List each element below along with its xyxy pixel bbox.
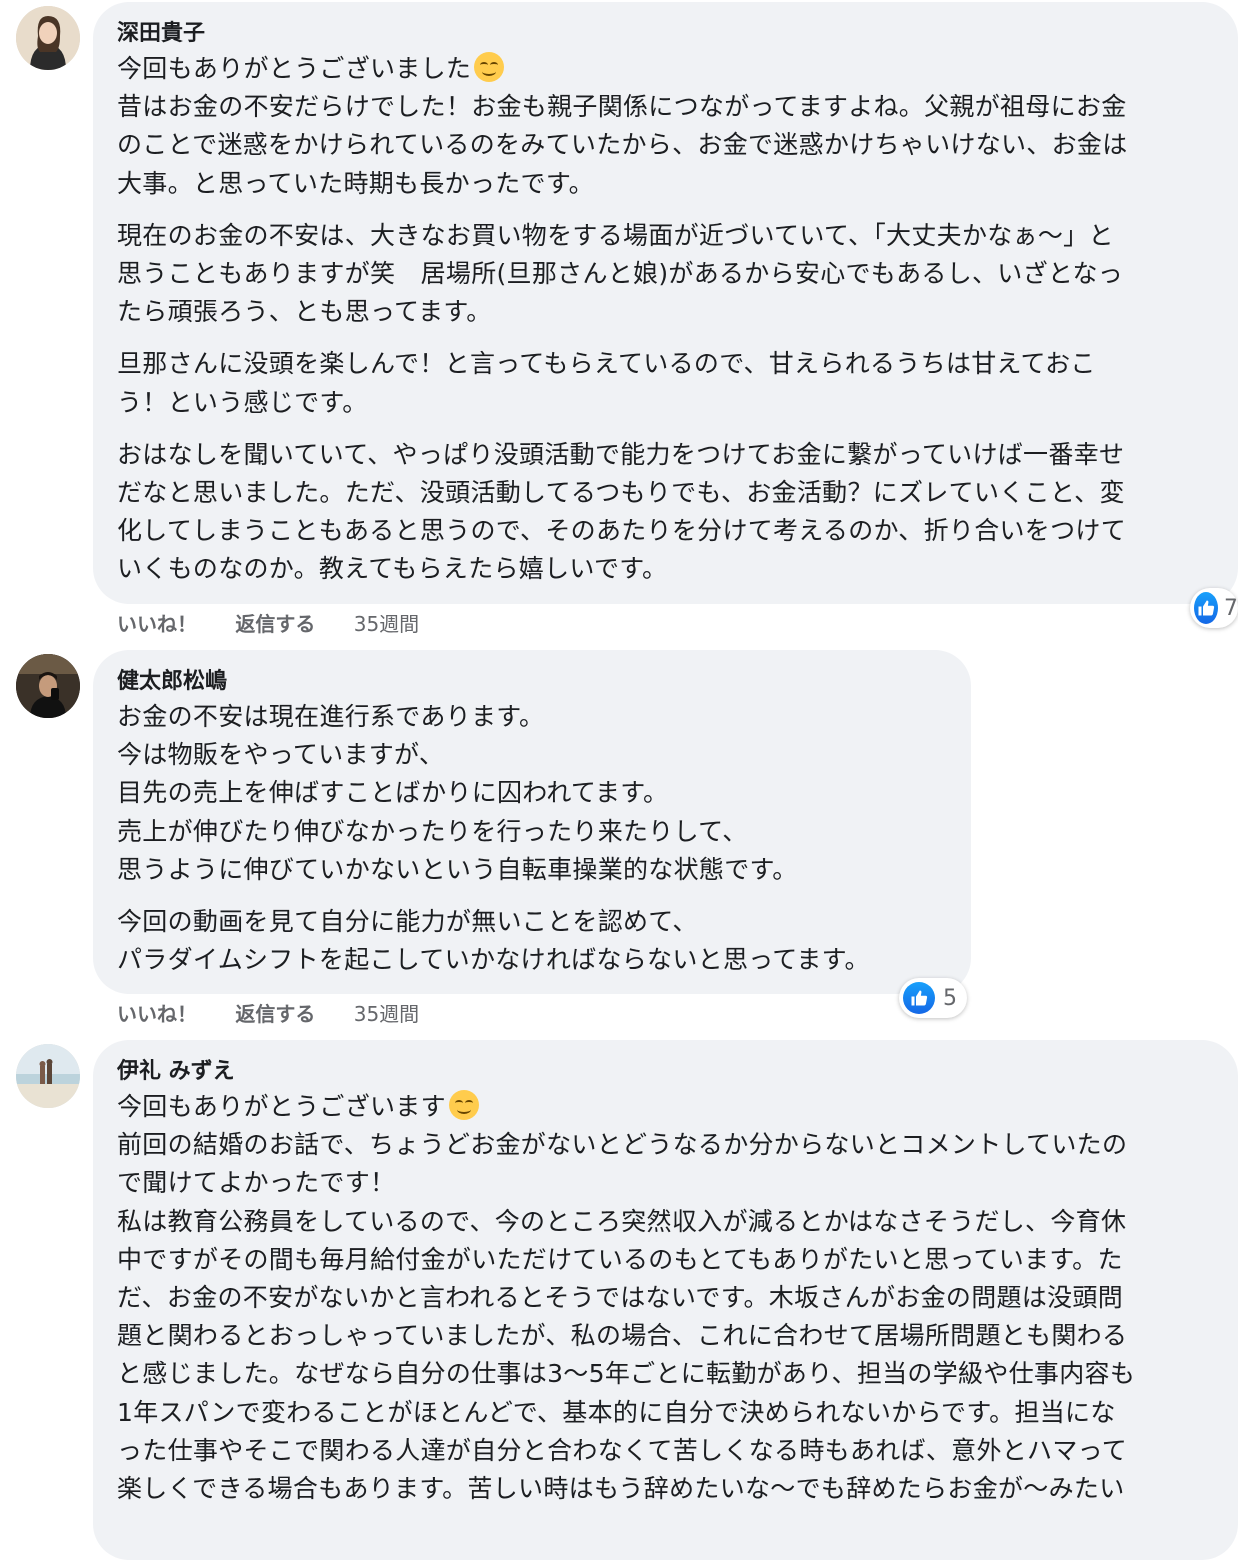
comment-line: たら頑張ろう、とも思ってます。 <box>117 297 492 327</box>
comment-line: 前回の結婚のお話で、ちょうどお金がないとどうなるか分からないとコメントしていたの <box>117 1130 1128 1160</box>
comment-paragraph: 旦那さんに没頭を楽しんで！と言ってもらえているので、甘えられるうちは甘えておこ … <box>117 345 1238 421</box>
smiling-face-emoji <box>448 1090 479 1120</box>
comment-line: だ、お金の不安がないかと言われるとそうではないです。木坂さんがお金の問題は没頭問 <box>117 1283 1124 1313</box>
comment-line: 私は教育公務員をしているので、今のところ突然収入が減るとかはなさそうだし、今育休 <box>117 1206 1127 1236</box>
reply-button[interactable]: 返信する <box>235 1002 315 1026</box>
avatar[interactable] <box>16 6 80 70</box>
reaction-badge[interactable]: 7 <box>1190 588 1238 628</box>
comment-paragraph: おはなしを聞いていて、やっぱり没頭活動で能力をつけてお金に繋がっていけば一番幸せ… <box>117 436 1238 589</box>
comment-line: お金の不安は現在進行系であります。 <box>117 702 545 731</box>
comment-actions: いいね！ 返信する 35週間 <box>117 609 419 639</box>
comment-line: 化してしまうこともあると思うので、そのあたりを分けて考えるのか、折り合いをつけて <box>117 516 1127 546</box>
reaction-count: 7 <box>1224 595 1238 621</box>
avatar[interactable] <box>16 654 80 718</box>
comment-actions: いいね！ 返信する 35週間 <box>117 999 419 1029</box>
comment-author[interactable]: 伊礼 みずえ <box>117 1056 1238 1088</box>
like-thumb-icon <box>1194 592 1218 624</box>
comment-paragraph: 今回もありがとうございます 前回の結婚のお話で、ちょうどお金がないとどうなるか分… <box>117 1088 1238 1508</box>
comment-timestamp[interactable]: 35週間 <box>354 1002 419 1026</box>
comment-paragraph: 今回もありがとうございました 昔はお金の不安だらけでした！お金も親子関係につなが… <box>117 50 1238 203</box>
comment-line: 旦那さんに没頭を楽しんで！と言ってもらえているので、甘えられるうちは甘えておこ <box>117 349 1096 379</box>
comment-line: 題と関わるとおっしゃっていましたが、私の場合、これに合わせて居場所問題とも関わる <box>117 1321 1128 1351</box>
comment-line: だなと思いました。ただ、没頭活動してるつもりでも、お金活動？にズレていくこと、変 <box>117 478 1125 508</box>
comment-line: のことで迷惑をかけられているのをみていたから、お金で迷惑かけちゃいけない、お金は <box>117 130 1128 160</box>
comment-line: 現在のお金の不安は、大きなお買い物をする場面が近づいていて、「大丈夫かなぁ〜」と <box>117 220 1114 250</box>
comment-paragraph: お金の不安は現在進行系であります。 今は物販をやっていますが、 目先の売上を伸ば… <box>117 698 971 889</box>
comment-timestamp[interactable]: 35週間 <box>354 612 419 636</box>
reaction-count: 5 <box>943 985 957 1011</box>
comment-line: で聞けてよかったです！ <box>117 1168 396 1198</box>
comment-paragraph: 今回の動画を見て自分に能力が無いことを認めて、 パラダイムシフトを起こしていかな… <box>117 903 971 979</box>
comment-line: いくものなのか。教えてもらえたら嬉しいです。 <box>117 554 668 584</box>
like-thumb-icon <box>903 982 935 1014</box>
comment-line: 売上が伸びたり伸びなかったりを行ったり来たりして、 <box>117 816 748 846</box>
comment-line: 中ですがその間も毎月給付金がいただけているのもとてもありがたいと思っています。た <box>117 1244 1123 1274</box>
like-button[interactable]: いいね！ <box>117 612 197 636</box>
reply-button[interactable]: 返信する <box>235 612 315 636</box>
comment-line: 大事。と思っていた時期も長かったです。 <box>117 168 594 198</box>
comment-line: 今回の動画を見て自分に能力が無いことを認めて、 <box>117 907 698 937</box>
comment-line: 今回もありがとうございました <box>117 54 472 83</box>
comment-bubble: 健太郎松嶋 お金の不安は現在進行系であります。 今は物販をやっていますが、 目先… <box>93 650 971 994</box>
comment-line: 今回もありがとうございます <box>117 1092 446 1121</box>
comment-line: おはなしを聞いていて、やっぱり没頭活動で能力をつけてお金に繋がっていけば一番幸せ <box>117 439 1125 469</box>
comment-line: 昔はお金の不安だらけでした！お金も親子関係につながってますよね。父親が祖母にお金 <box>117 92 1127 122</box>
comment-line: った仕事やそこで関わる人達が自分と合わなくて苦しくなる時もあれば、意外とハマって <box>117 1435 1128 1465</box>
avatar[interactable] <box>16 1044 80 1108</box>
comment-line: 思うこともありますが笑 居場所(旦那さんと娘)があるから安心でもあるし、いざとな… <box>117 259 1124 289</box>
comment-line: と感じました。なぜなら自分の仕事は3〜5年ごとに転勤があり、担当の学級や仕事内容… <box>117 1359 1136 1389</box>
comment-line: 楽しくできる場合もあります。苦しい時はもう辞めたいな〜でも辞めたらお金が〜みたい <box>117 1474 1125 1504</box>
like-button[interactable]: いいね！ <box>117 1002 197 1026</box>
comment-line: う！という感じです。 <box>117 387 368 417</box>
comment-line: 目先の売上を伸ばすことばかりに囚われてます。 <box>117 778 669 808</box>
comment-line: 思うように伸びていかないという自転車操業的な状態です。 <box>117 854 798 884</box>
comment-author[interactable]: 健太郎松嶋 <box>117 666 971 698</box>
comment-line: 1年スパンで変わることがほとんどで、基本的に自分で決められないからです。担当にな <box>117 1397 1116 1427</box>
smiling-face-emoji <box>474 52 505 82</box>
reaction-badge[interactable]: 5 <box>899 978 967 1018</box>
comment-line: 今は物販をやっていますが、 <box>117 740 445 770</box>
comment-line: パラダイムシフトを起こしていかなければならないと思ってます。 <box>117 945 870 975</box>
comment-paragraph: 現在のお金の不安は、大きなお買い物をする場面が近づいていて、「大丈夫かなぁ〜」と… <box>117 217 1238 332</box>
comment-bubble: 伊礼 みずえ 今回もありがとうございます 前回の結婚のお話で、ちょうどお金がない… <box>93 1040 1238 1560</box>
comment-bubble: 深田貴子 今回もありがとうございました 昔はお金の不安だらけでした！お金も親子関… <box>93 2 1238 604</box>
comment-author[interactable]: 深田貴子 <box>117 18 1238 50</box>
